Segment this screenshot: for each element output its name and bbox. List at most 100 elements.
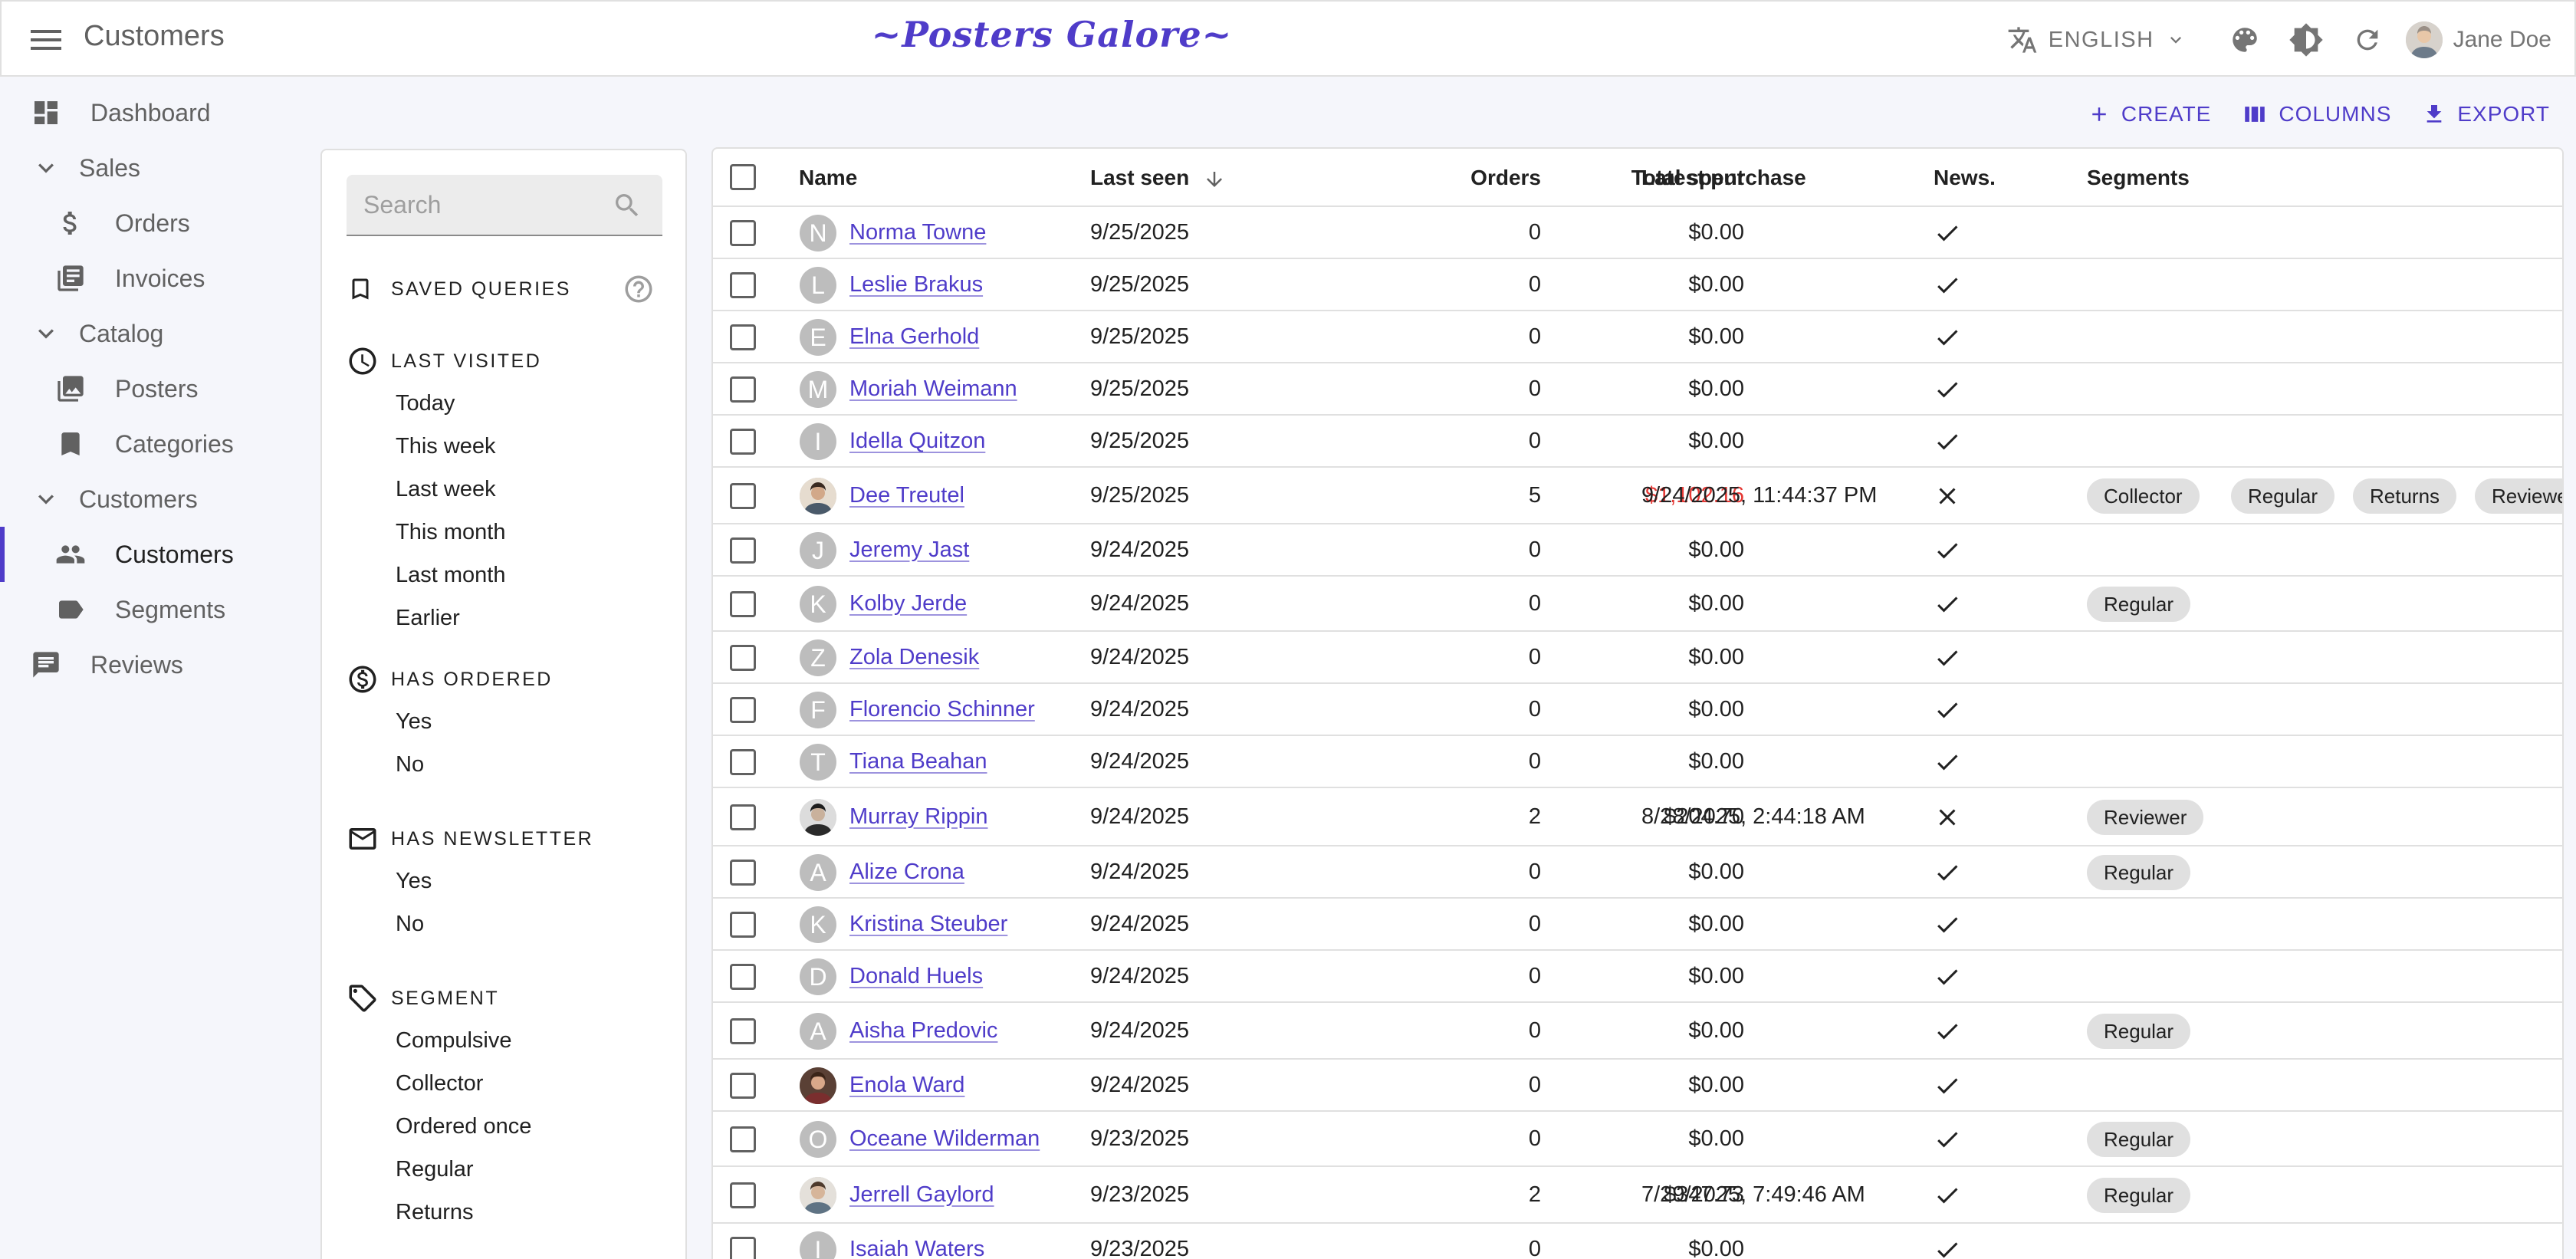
filter-option-segment-returns[interactable]: Returns xyxy=(396,1200,474,1225)
row-checkbox[interactable] xyxy=(730,804,756,830)
table-row[interactable]: A Alize Crona 9/24/2025 0 $0.00 Regular xyxy=(713,846,2562,899)
filter-option-segment-ordered-once[interactable]: Ordered once xyxy=(396,1114,531,1139)
customer-name-link[interactable]: Zola Denesik xyxy=(849,645,979,670)
row-checkbox[interactable] xyxy=(730,429,756,455)
row-checkbox[interactable] xyxy=(730,1126,756,1152)
nav-item-categories[interactable]: Categories xyxy=(0,416,307,472)
filter-option-last-visited-earlier[interactable]: Earlier xyxy=(396,606,460,631)
filter-option-has-newsletter-no[interactable]: No xyxy=(396,912,424,937)
segment-chip[interactable]: Regular xyxy=(2231,478,2335,514)
dark-mode-toggle[interactable] xyxy=(2275,15,2337,64)
search-icon[interactable] xyxy=(612,190,642,221)
table-row[interactable]: Z Zola Denesik 9/24/2025 0 $0.00 xyxy=(713,632,2562,684)
language-select[interactable]: ENGLISH xyxy=(1993,15,2200,64)
filter-option-last-visited-today[interactable]: Today xyxy=(396,391,455,416)
row-checkbox[interactable] xyxy=(730,645,756,671)
select-all-checkbox[interactable] xyxy=(730,164,756,190)
customer-name-link[interactable]: Donald Huels xyxy=(849,964,983,989)
filter-option-last-visited-last-month[interactable]: Last month xyxy=(396,563,505,588)
table-row[interactable]: F Florencio Schinner 9/24/2025 0 $0.00 xyxy=(713,684,2562,736)
segment-chip[interactable]: Regular xyxy=(2087,587,2191,622)
column-header-newsletter[interactable]: News. xyxy=(1934,166,1996,190)
row-checkbox[interactable] xyxy=(730,697,756,723)
customer-name-link[interactable]: Jeremy Jast xyxy=(849,537,969,563)
customer-name-link[interactable]: Enola Ward xyxy=(849,1073,964,1098)
nav-item-segments[interactable]: Segments xyxy=(0,582,307,637)
row-checkbox[interactable] xyxy=(730,376,756,403)
row-checkbox[interactable] xyxy=(730,220,756,246)
nav-item-invoices[interactable]: Invoices xyxy=(0,251,307,306)
row-checkbox[interactable] xyxy=(730,324,756,350)
customer-name-link[interactable]: Florencio Schinner xyxy=(849,697,1035,722)
customer-name-link[interactable]: Murray Rippin xyxy=(849,804,988,830)
filter-option-segment-regular[interactable]: Regular xyxy=(396,1157,474,1182)
saved-queries-help[interactable] xyxy=(623,273,655,309)
table-row[interactable]: K Kolby Jerde 9/24/2025 0 $0.00 Regular xyxy=(713,577,2562,632)
menu-toggle-button[interactable] xyxy=(29,23,63,57)
nav-group-sales[interactable]: Sales xyxy=(0,140,307,196)
row-checkbox[interactable] xyxy=(730,591,756,617)
filter-option-has-ordered-yes[interactable]: Yes xyxy=(396,709,432,735)
segment-chip[interactable]: Returns xyxy=(2353,478,2457,514)
table-row[interactable]: Murray Rippin 9/24/2025 2 $204.70 8/28/2025,… xyxy=(713,788,2562,846)
table-row[interactable]: A Aisha Predovic 9/24/2025 0 $0.00 Regular xyxy=(713,1003,2562,1060)
table-row[interactable]: E Elna Gerhold 9/25/2025 0 $0.00 xyxy=(713,311,2562,363)
row-checkbox[interactable] xyxy=(730,964,756,990)
filter-option-last-visited-last-week[interactable]: Last week xyxy=(396,477,496,502)
customer-name-link[interactable]: Elna Gerhold xyxy=(849,324,979,350)
segment-chip[interactable]: Reviewer xyxy=(2087,800,2204,835)
filter-option-last-visited-this-week[interactable]: This week xyxy=(396,434,496,459)
nav-item-reviews[interactable]: Reviews xyxy=(0,637,307,692)
customer-name-link[interactable]: Norma Towne xyxy=(849,220,986,245)
customer-name-link[interactable]: Aisha Predovic xyxy=(849,1018,997,1044)
table-row[interactable]: M Moriah Weimann 9/25/2025 0 $0.00 xyxy=(713,363,2562,416)
row-checkbox[interactable] xyxy=(730,1018,756,1044)
search-input[interactable] xyxy=(347,175,607,235)
customer-name-link[interactable]: Isaiah Waters xyxy=(849,1237,984,1259)
segment-chip[interactable]: Collector xyxy=(2087,478,2200,514)
customer-name-link[interactable]: Kolby Jerde xyxy=(849,591,967,616)
columns-button[interactable]: COLUMNS xyxy=(2242,101,2391,127)
row-checkbox[interactable] xyxy=(730,749,756,775)
row-checkbox[interactable] xyxy=(730,272,756,298)
theme-palette-button[interactable] xyxy=(2214,15,2275,64)
customer-name-link[interactable]: Moriah Weimann xyxy=(849,376,1017,402)
nav-group-catalog[interactable]: Catalog xyxy=(0,306,307,361)
filter-option-last-visited-this-month[interactable]: This month xyxy=(396,520,505,545)
table-row[interactable]: L Leslie Brakus 9/25/2025 0 $0.00 xyxy=(713,259,2562,311)
row-checkbox[interactable] xyxy=(730,537,756,564)
nav-item-posters[interactable]: Posters xyxy=(0,361,307,416)
create-button[interactable]: CREATE xyxy=(2088,102,2212,127)
filter-option-has-ordered-no[interactable]: No xyxy=(396,752,424,777)
row-checkbox[interactable] xyxy=(730,912,756,938)
row-checkbox[interactable] xyxy=(730,860,756,886)
table-row[interactable]: D Donald Huels 9/24/2025 0 $0.00 xyxy=(713,951,2562,1003)
customer-name-link[interactable]: Dee Treutel xyxy=(849,483,964,508)
table-row[interactable]: Dee Treutel 9/25/2025 5 $1,102.16 9/24/2025,… xyxy=(713,468,2562,524)
segment-chip[interactable]: Regular xyxy=(2087,1014,2191,1049)
column-header-last-seen[interactable]: Last seen xyxy=(1090,166,1226,191)
segment-chip[interactable]: Regular xyxy=(2087,855,2191,890)
table-row[interactable]: T Tiana Beahan 9/24/2025 0 $0.00 xyxy=(713,736,2562,788)
segment-chip[interactable]: Regular xyxy=(2087,1122,2191,1157)
filter-option-has-newsletter-yes[interactable]: Yes xyxy=(396,869,432,894)
customer-name-link[interactable]: Tiana Beahan xyxy=(849,749,987,774)
customer-name-link[interactable]: Idella Quitzon xyxy=(849,429,985,454)
customer-name-link[interactable]: Jerrell Gaylord xyxy=(849,1182,994,1208)
export-button[interactable]: EXPORT xyxy=(2422,102,2550,127)
table-row[interactable]: I Idella Quitzon 9/25/2025 0 $0.00 xyxy=(713,416,2562,468)
table-row[interactable]: N Norma Towne 9/25/2025 0 $0.00 xyxy=(713,207,2562,259)
user-menu-button[interactable]: Jane Doe xyxy=(2398,15,2551,64)
column-header-latest-purchase[interactable]: Latest purchase xyxy=(1641,166,1806,190)
nav-item-customers[interactable]: Customers xyxy=(0,527,307,582)
filter-option-segment-compulsive[interactable]: Compulsive xyxy=(396,1028,512,1054)
nav-item-dashboard[interactable]: Dashboard xyxy=(0,85,307,140)
row-checkbox[interactable] xyxy=(730,483,756,509)
segment-chip[interactable]: Regular xyxy=(2087,1178,2191,1213)
filter-option-segment-collector[interactable]: Collector xyxy=(396,1071,483,1096)
refresh-button[interactable] xyxy=(2337,15,2398,64)
table-row[interactable]: K Kristina Steuber 9/24/2025 0 $0.00 xyxy=(713,899,2562,951)
row-checkbox[interactable] xyxy=(730,1237,756,1259)
table-row[interactable]: Enola Ward 9/24/2025 0 $0.00 xyxy=(713,1060,2562,1112)
table-row[interactable]: I Isaiah Waters 9/23/2025 0 $0.00 xyxy=(713,1224,2562,1259)
